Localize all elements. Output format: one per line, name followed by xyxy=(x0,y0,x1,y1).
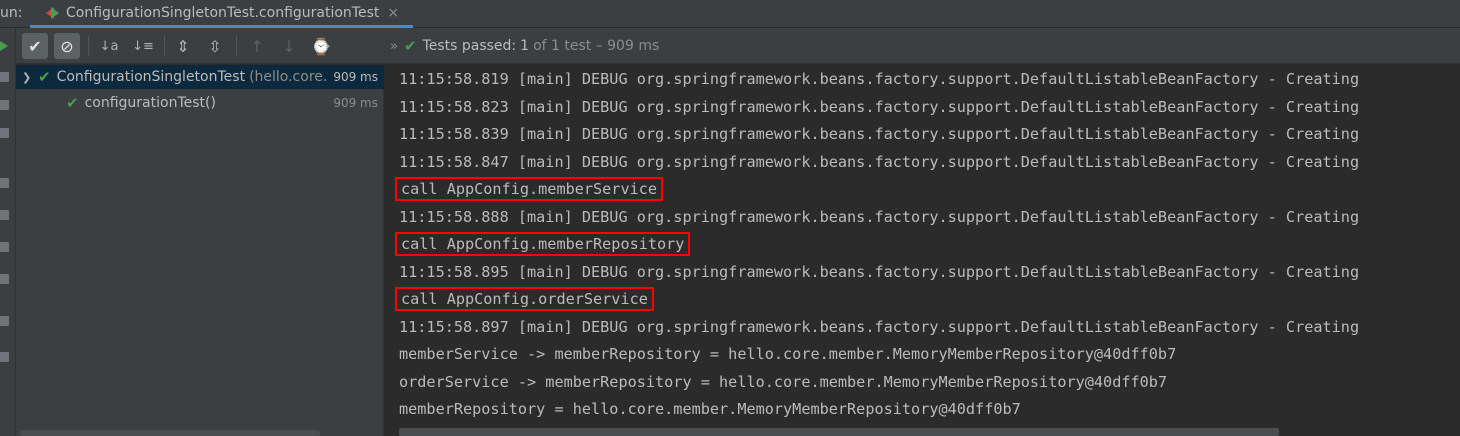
status-passed-count: 1 xyxy=(520,38,530,54)
previous-failed-icon[interactable]: ↑ xyxy=(244,33,270,59)
test-history-icon[interactable]: ⌚ xyxy=(308,33,334,59)
import-icon[interactable] xyxy=(0,274,9,284)
console-line-highlighted: call AppConfig.memberRepository xyxy=(395,232,691,256)
tree-node-time: 909 ms xyxy=(333,96,378,110)
next-failed-icon[interactable]: ↓ xyxy=(276,33,302,59)
console-line: orderService -> memberRepository = hello… xyxy=(399,372,1168,391)
tab-label: ConfigurationSingletonTest.configuration… xyxy=(66,4,380,21)
status-label: Tests passed: xyxy=(422,38,517,54)
pin-icon[interactable] xyxy=(0,352,9,362)
junit-run-icon xyxy=(44,5,60,21)
test-status: » ✔ Tests passed: 1 of 1 test – 909 ms xyxy=(390,37,659,55)
stop-icon[interactable] xyxy=(0,178,9,188)
run-tab-bar: un: ConfigurationSingletonTest.configura… xyxy=(0,0,1460,28)
more-actions-icon[interactable]: » xyxy=(390,39,398,54)
tree-node-class[interactable]: ❯ ✔ ConfigurationSingletonTest (hello.co… xyxy=(16,65,384,89)
layout-icon[interactable] xyxy=(0,316,9,326)
tree-horizontal-scrollbar[interactable] xyxy=(20,430,320,436)
tab-configuration-test[interactable]: ConfigurationSingletonTest.configuration… xyxy=(30,0,414,28)
passed-check-icon: ✔ xyxy=(38,68,51,86)
test-tree: ❯ ✔ ConfigurationSingletonTest (hello.co… xyxy=(16,65,384,436)
refresh-icon[interactable] xyxy=(0,128,9,138)
passed-check-icon: ✔ xyxy=(403,37,417,55)
rerun-icon[interactable] xyxy=(0,41,8,51)
chevron-down-icon[interactable]: ❯ xyxy=(22,71,38,84)
console-line: 11:15:58.897 [main] DEBUG org.springfram… xyxy=(399,317,1360,336)
console-line-highlighted: call AppConfig.memberService xyxy=(395,177,664,201)
camera-icon[interactable] xyxy=(0,210,9,220)
rerun-failed-icon[interactable] xyxy=(0,72,9,82)
test-toolbar: ✔ ⊘ ↓a ↓≡ ⇕ ⇳ ↑ ↓ ⌚ » ✔ Tests passed: 1 … xyxy=(16,28,1460,64)
console-line: 11:15:58.888 [main] DEBUG org.springfram… xyxy=(399,207,1360,226)
sort-alphabetically-icon[interactable]: ↓a xyxy=(96,33,122,59)
tree-node-time: 909 ms xyxy=(333,70,378,84)
console-line: 11:15:58.819 [main] DEBUG org.springfram… xyxy=(399,70,1360,88)
console-output[interactable]: 11:15:58.819 [main] DEBUG org.springfram… xyxy=(385,65,1460,436)
run-label: un: xyxy=(0,5,23,21)
show-passed-icon[interactable]: ✔ xyxy=(22,33,48,59)
toggle-auto-test-icon[interactable] xyxy=(0,100,9,110)
show-ignored-icon[interactable]: ⊘ xyxy=(54,33,80,59)
passed-check-icon: ✔ xyxy=(66,94,79,112)
console-line: memberService -> memberRepository = hell… xyxy=(399,345,1177,363)
console-line: 11:15:58.847 [main] DEBUG org.springfram… xyxy=(399,152,1360,171)
close-icon[interactable]: × xyxy=(387,5,399,21)
tree-node-method[interactable]: ✔ configurationTest() 909 ms xyxy=(16,91,384,115)
console-line-highlighted: call AppConfig.orderService xyxy=(395,287,654,311)
tree-node-name: configurationTest() xyxy=(84,95,216,111)
console-horizontal-scrollbar[interactable] xyxy=(399,428,1279,436)
tree-node-package: (hello.core. xyxy=(249,69,328,85)
tree-node-name: ConfigurationSingletonTest xyxy=(56,69,246,85)
run-side-strip xyxy=(0,28,16,436)
status-summary: of 1 test – 909 ms xyxy=(533,38,660,54)
console-line: memberRepository = hello.core.member.Mem… xyxy=(399,400,1021,418)
console-line: 11:15:58.839 [main] DEBUG org.springfram… xyxy=(399,125,1360,143)
expand-all-icon[interactable]: ⇕ xyxy=(170,33,196,59)
console-line: 11:15:58.823 [main] DEBUG org.springfram… xyxy=(399,97,1360,116)
console-line: 11:15:58.895 [main] DEBUG org.springfram… xyxy=(399,262,1360,281)
collapse-all-icon[interactable]: ⇳ xyxy=(202,33,228,59)
sort-by-duration-icon[interactable]: ↓≡ xyxy=(130,33,156,59)
export-icon[interactable] xyxy=(0,242,9,252)
